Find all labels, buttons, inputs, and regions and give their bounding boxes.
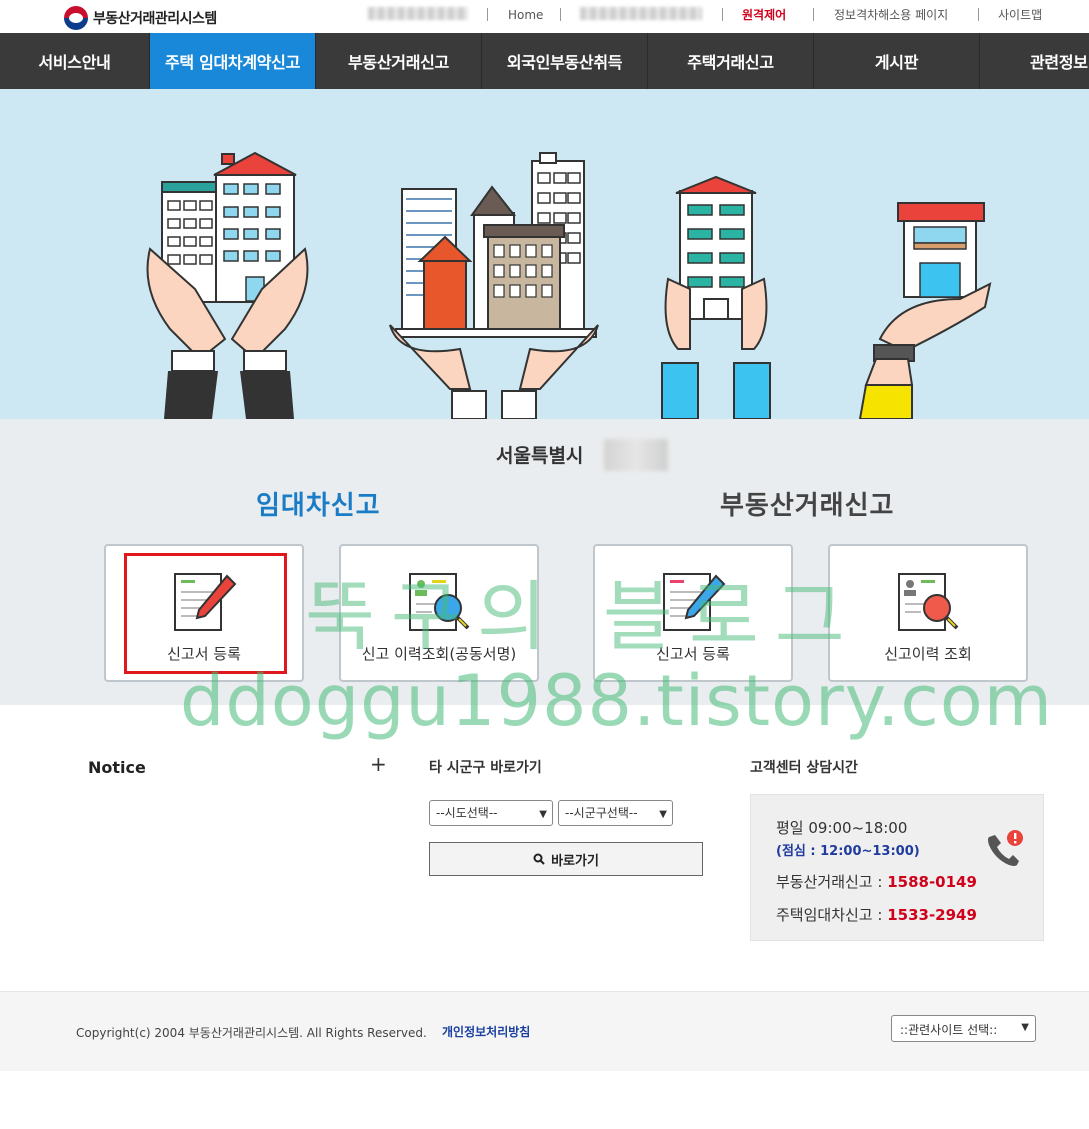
sigungu-select-value: --시군구선택-- xyxy=(565,806,638,820)
site-name: 부동산거래관리시스템 xyxy=(93,11,217,27)
lease-phone-number[interactable]: 1533-2949 xyxy=(887,906,977,924)
lease-phone-line: 주택임대차신고 : 1533-2949 xyxy=(776,906,977,924)
shortcut-title: 타 시군구 바로가기 xyxy=(429,760,542,776)
search-icon xyxy=(533,853,545,865)
blurred-district xyxy=(604,439,668,471)
customer-center-title: 고객센터 상담시간 xyxy=(750,760,858,776)
home-link[interactable]: Home xyxy=(508,6,543,24)
phone-alert-icon xyxy=(988,830,1023,866)
nav-related-info[interactable]: 관련정보 xyxy=(980,33,1089,89)
document-pencil-icon xyxy=(174,573,237,631)
nav-service-info[interactable]: 서비스안내 xyxy=(0,33,150,89)
weekday-hours: 평일 09:00~18:00 xyxy=(776,819,908,837)
nav-board[interactable]: 게시판 xyxy=(814,33,980,89)
top-utility-bar: 부동산거래관리시스템 Home 원격제어 정보격차해소용 페이지 사이트맵 xyxy=(0,0,1089,33)
nav-foreigner-acquisition[interactable]: 외국인부동산취득 xyxy=(482,33,648,89)
site-logo[interactable]: 부동산거래관리시스템 xyxy=(64,6,217,30)
lunch-hours: (점심 : 12:00~13:00) xyxy=(776,844,920,859)
privacy-policy-link[interactable]: 개인정보처리방침 xyxy=(442,1023,530,1040)
hands-holding-buildings-icon xyxy=(146,151,992,419)
notice-more-button[interactable]: + xyxy=(370,752,387,776)
city-name: 서울특별시 xyxy=(496,445,584,467)
blurred-user-info xyxy=(368,7,468,20)
chevron-down-icon: ▼ xyxy=(1021,1022,1029,1033)
shortcut-go-button[interactable]: 바로가기 xyxy=(429,842,703,876)
nav-lease-report[interactable]: 주택 임대차계약신고 xyxy=(150,33,316,89)
government-emblem-icon xyxy=(64,6,88,30)
related-sites-select[interactable]: ::관련사이트 선택:: ▼ xyxy=(891,1015,1036,1042)
trade-section-title: 부동산거래신고 xyxy=(720,491,895,521)
remote-control-link[interactable]: 원격제어 xyxy=(742,6,786,24)
lease-section-title: 임대차신고 xyxy=(256,491,381,521)
hero-illustration xyxy=(0,89,1089,419)
sido-select[interactable]: --시도선택-- ▼ xyxy=(429,800,553,826)
copyright: Copyright(c) 2004 부동산거래관리시스템. All Rights… xyxy=(76,1026,427,1040)
document-search-icon xyxy=(898,573,959,631)
related-sites-value: ::관련사이트 선택:: xyxy=(900,1023,998,1037)
trade-phone-number[interactable]: 1588-0149 xyxy=(887,873,977,891)
sido-select-value: --시도선택-- xyxy=(436,806,498,820)
notice-title: Notice xyxy=(88,758,146,777)
blurred-account-info xyxy=(580,7,702,20)
watermark-blog-url: ddoggu1988.tistory.com xyxy=(180,660,1053,742)
sitemap-link[interactable]: 사이트맵 xyxy=(998,6,1042,24)
sigungu-select[interactable]: --시군구선택-- ▼ xyxy=(558,800,673,826)
chevron-down-icon: ▼ xyxy=(539,809,547,820)
main-nav: 서비스안내 주택 임대차계약신고 부동산거래신고 외국인부동산취득 주택거래신고… xyxy=(0,33,1089,89)
info-gap-page-link[interactable]: 정보격차해소용 페이지 xyxy=(834,6,948,24)
trade-phone-line: 부동산거래신고 : 1588-0149 xyxy=(776,873,977,891)
nav-housing-trade[interactable]: 주택거래신고 xyxy=(648,33,814,89)
chevron-down-icon: ▼ xyxy=(659,809,667,820)
nav-real-estate-trade[interactable]: 부동산거래신고 xyxy=(316,33,482,89)
watermark-blog-name: 뚝구의 블로그 xyxy=(305,572,861,661)
customer-center-box: 평일 09:00~18:00 (점심 : 12:00~13:00) 부동산거래신… xyxy=(750,794,1044,941)
footer: Copyright(c) 2004 부동산거래관리시스템. All Rights… xyxy=(0,991,1089,1071)
shortcut-go-label: 바로가기 xyxy=(551,853,599,869)
